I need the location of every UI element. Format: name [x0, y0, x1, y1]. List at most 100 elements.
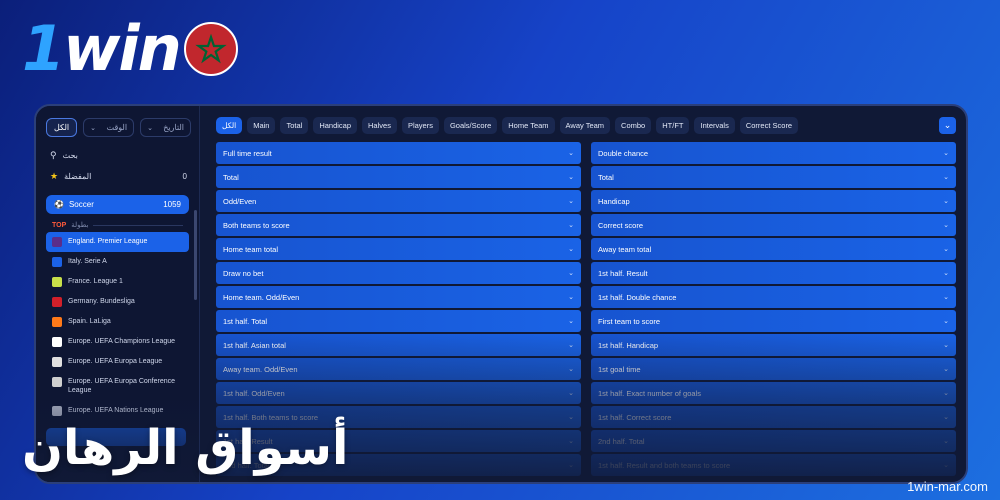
search-icon: ⚲	[50, 150, 57, 160]
filter-time-select[interactable]: ⌄ الوقت	[83, 118, 135, 137]
league-name: Europe. UEFA Europa League	[68, 358, 163, 365]
market-row[interactable]: Away team total ⌄	[591, 238, 956, 260]
market-row[interactable]: 1st half. Total ⌄	[216, 310, 581, 332]
league-name: France. League 1	[68, 278, 123, 285]
market-row[interactable]: 1st half. Correct score ⌄	[591, 406, 956, 428]
market-tab[interactable]: HT/FT	[656, 117, 690, 134]
league-item[interactable]: Europe. UEFA Nations League	[46, 401, 189, 421]
market-row[interactable]: 2nd half. Total ⌄	[591, 430, 956, 452]
chevron-down-icon: ⌄	[943, 294, 949, 301]
market-row[interactable]: 1st half. Double chance ⌄	[591, 286, 956, 308]
market-row[interactable]: 1st half. Result and both teams to score…	[591, 454, 956, 476]
market-row[interactable]: Correct score ⌄	[591, 214, 956, 236]
chevron-down-icon: ⌄	[147, 124, 153, 132]
market-row[interactable]: Draw no bet ⌄	[216, 262, 581, 284]
league-item[interactable]: France. League 1	[46, 272, 189, 292]
market-row[interactable]: Odd/Even ⌄	[216, 190, 581, 212]
market-tab[interactable]: Correct Score	[739, 117, 799, 134]
market-tab[interactable]: Home Team	[502, 117, 555, 134]
market-row[interactable]: Both teams to score ⌄	[216, 214, 581, 236]
league-item[interactable]: England. Premier League	[46, 232, 189, 252]
expand-all-button[interactable]: ⌄	[939, 117, 956, 134]
chevron-down-icon: ⌄	[568, 198, 574, 205]
market-row[interactable]: Total ⌄	[216, 166, 581, 188]
market-label: Double chance	[598, 148, 649, 158]
chevron-down-icon: ⌄	[568, 270, 574, 277]
market-row[interactable]: Home team. Odd/Even ⌄	[216, 286, 581, 308]
conference-league-icon	[52, 377, 62, 387]
market-row[interactable]: First team to score ⌄	[591, 310, 956, 332]
market-row[interactable]: Full time result ⌄	[216, 142, 581, 164]
market-label: 1st half. Result	[598, 268, 648, 278]
market-label: Total	[598, 172, 614, 182]
markets-column-right: Double chance ⌄ Total ⌄ Handicap ⌄ Correct sco…	[591, 142, 956, 476]
market-label: 1st half. Asian total	[223, 340, 286, 350]
market-tab[interactable]: Halves	[362, 117, 397, 134]
filter-time-label: الوقت	[106, 123, 128, 132]
europa-league-icon	[52, 357, 62, 367]
market-tab[interactable]: Main	[247, 117, 276, 134]
market-tab[interactable]: Away Team	[559, 117, 611, 134]
filter-date-label: التاريخ	[163, 123, 185, 132]
market-label: Home team. Odd/Even	[223, 292, 300, 302]
market-row[interactable]: Away team. Odd/Even ⌄	[216, 358, 581, 380]
chevron-down-icon: ⌄	[943, 318, 949, 325]
league-item[interactable]: Germany. Bundesliga	[46, 292, 189, 312]
favorites-row[interactable]: ★ المفضلة 0	[36, 166, 199, 187]
search-row[interactable]: ⚲ بحث	[36, 145, 199, 166]
market-label: 1st half. Total	[223, 316, 268, 326]
market-row[interactable]: 1st half. Odd/Even ⌄	[216, 382, 581, 404]
market-label: First team to score	[598, 316, 661, 326]
filter-date-select[interactable]: ⌄ التاريخ	[140, 118, 192, 137]
league-item[interactable]: Italy. Serie A	[46, 252, 189, 272]
market-label: 1st half. Result and both teams to score	[598, 460, 731, 470]
chevron-down-icon: ⌄	[943, 246, 949, 253]
market-tab[interactable]: Handicap	[313, 117, 358, 134]
chevron-down-icon: ⌄	[943, 342, 949, 349]
star-icon: ★	[50, 171, 59, 181]
sidebar-scrollbar[interactable]	[194, 210, 197, 300]
chevron-down-icon: ⌄	[943, 174, 949, 181]
market-row[interactable]: 1st half. Exact number of goals ⌄	[591, 382, 956, 404]
market-row[interactable]: 1st half. Asian total ⌄	[216, 334, 581, 356]
market-row[interactable]: 1st half. Result ⌄	[591, 262, 956, 284]
market-tab[interactable]: Combo	[615, 117, 652, 134]
chevron-down-icon: ⌄	[943, 222, 949, 229]
market-label: Draw no bet	[223, 268, 264, 278]
top-label: بطولة	[71, 222, 89, 229]
market-tab[interactable]: الكل	[216, 117, 243, 134]
league-item[interactable]: Spain. LaLiga	[46, 312, 189, 332]
market-tab[interactable]: Total	[280, 117, 309, 134]
sport-soccer[interactable]: ⚽ Soccer 1059	[46, 195, 189, 214]
market-row[interactable]: 1st half. Handicap ⌄	[591, 334, 956, 356]
market-row[interactable]: 1st goal time ⌄	[591, 358, 956, 380]
chevron-down-icon: ⌄	[943, 462, 949, 469]
site-url: 1win-mar.com	[907, 479, 988, 494]
ligue-1-icon	[52, 277, 62, 287]
market-row[interactable]: Total ⌄	[591, 166, 956, 188]
chevron-down-icon: ⌄	[943, 150, 949, 157]
market-label: Correct score	[598, 220, 644, 230]
chevron-down-icon: ⌄	[568, 318, 574, 325]
league-item[interactable]: Europe. UEFA Europa League	[46, 352, 189, 372]
market-label: Odd/Even	[223, 196, 257, 206]
league-name: Spain. LaLiga	[68, 318, 111, 325]
market-row[interactable]: Double chance ⌄	[591, 142, 956, 164]
filter-all-button[interactable]: الكل	[46, 118, 78, 137]
market-tab[interactable]: Players	[401, 117, 439, 134]
league-item[interactable]: Europe. UEFA Champions League	[46, 332, 189, 352]
league-list: England. Premier League Italy. Serie A Fra…	[36, 232, 199, 421]
sidebar-filters: الكل ⌄ الوقت ⌄ التاريخ	[36, 106, 199, 145]
bundesliga-icon	[52, 297, 62, 307]
top-badge: TOP	[52, 221, 67, 229]
market-row[interactable]: Home team total ⌄	[216, 238, 581, 260]
market-tab[interactable]: Intervals	[694, 117, 735, 134]
market-tab[interactable]: Goals/Score	[443, 117, 498, 134]
chevron-down-icon: ⌄	[568, 366, 574, 373]
league-item[interactable]: Europe. UEFA Europa Conference League	[46, 372, 189, 401]
top-section-header: TOP بطولة	[36, 218, 199, 232]
chevron-down-icon: ⌄	[568, 246, 574, 253]
chevron-down-icon: ⌄	[943, 270, 949, 277]
laliga-icon	[52, 317, 62, 327]
market-row[interactable]: Handicap ⌄	[591, 190, 956, 212]
